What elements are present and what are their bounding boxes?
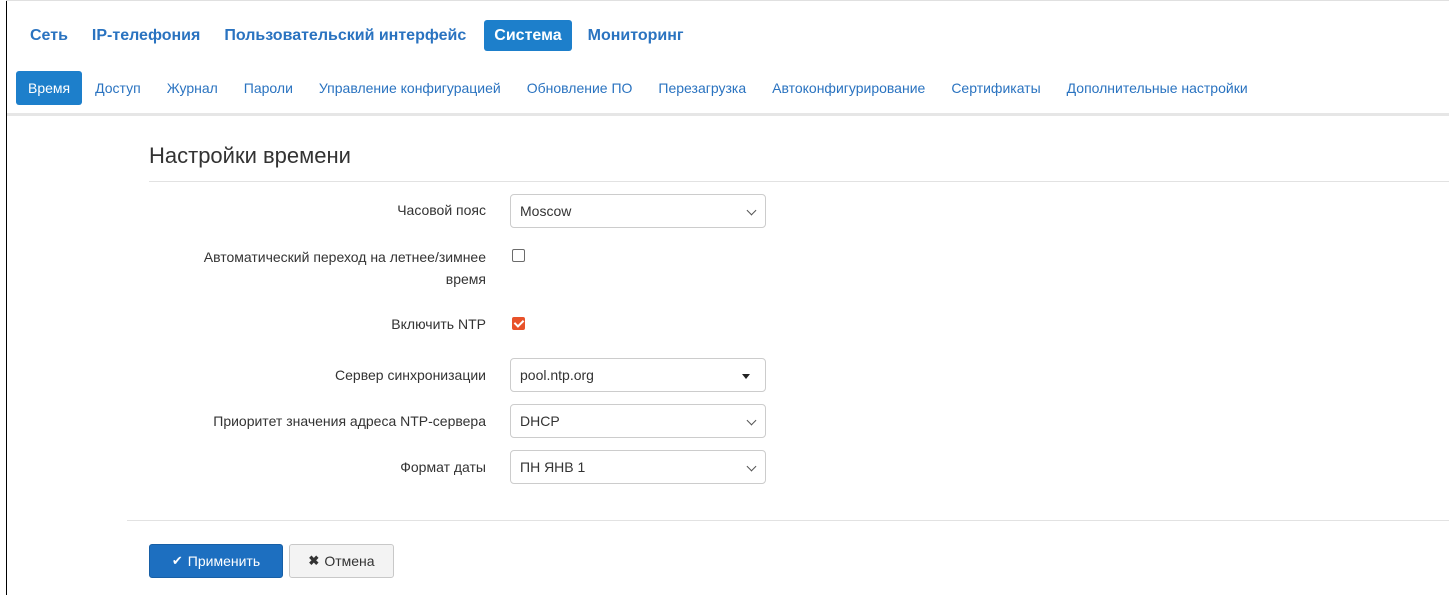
sub-tab-config-management[interactable]: Управление конфигурацией — [306, 71, 514, 105]
date-format-select[interactable]: ПН ЯНВ 1 — [510, 450, 766, 484]
timezone-value: Moscow — [520, 203, 572, 219]
chevron-down-icon — [746, 415, 757, 426]
top-navigation: Сеть IP-телефония Пользовательский интер… — [18, 20, 698, 51]
date-format-value: ПН ЯНВ 1 — [520, 459, 586, 475]
page-title: Настройки времени — [149, 143, 351, 168]
sub-tab-access[interactable]: Доступ — [82, 71, 154, 105]
sub-tab-log[interactable]: Журнал — [154, 71, 231, 105]
top-tab-system[interactable]: Система — [484, 20, 572, 51]
chevron-down-icon — [746, 205, 757, 216]
ntp-server-combobox[interactable]: pool.ntp.org — [510, 358, 766, 392]
subnav-divider — [7, 113, 1449, 116]
chevron-down-icon — [746, 461, 757, 472]
dst-label-line1: Автоматический переход на летнее/зимнее — [203, 249, 486, 265]
apply-button-label: Применить — [187, 553, 261, 569]
ntp-priority-select[interactable]: DHCP — [510, 404, 766, 438]
ntp-priority-value: DHCP — [520, 413, 560, 429]
sub-tab-autoconfig[interactable]: Автоконфигурирование — [759, 71, 938, 105]
sub-tab-advanced-settings[interactable]: Дополнительные настройки — [1054, 71, 1261, 105]
timezone-label: Часовой пояс — [397, 202, 486, 218]
sub-navigation: Время Доступ Журнал Пароли Управление ко… — [16, 71, 1261, 105]
cancel-button-label: Отмена — [324, 553, 375, 569]
ntp-priority-label: Приоритет значения адреса NTP-сервера — [213, 413, 486, 429]
frame-border-left — [6, 0, 7, 595]
timezone-select[interactable]: Moscow — [510, 194, 766, 228]
sub-tab-time[interactable]: Время — [16, 71, 83, 105]
dst-label: Автоматический переход на летнее/зимнее … — [204, 246, 486, 290]
cancel-button[interactable]: ✖ Отмена — [289, 544, 394, 578]
apply-button[interactable]: ✔ Применить — [149, 544, 283, 578]
caret-down-icon[interactable] — [742, 374, 750, 379]
sub-tab-passwords[interactable]: Пароли — [231, 71, 306, 105]
ntp-server-value: pool.ntp.org — [520, 367, 594, 383]
top-tab-network[interactable]: Сеть — [18, 20, 78, 51]
top-tab-monitoring[interactable]: Мониторинг — [578, 20, 694, 51]
sub-tab-reboot[interactable]: Перезагрузка — [645, 71, 759, 105]
sub-tab-certificates[interactable]: Сертификаты — [938, 71, 1053, 105]
form-footer-divider — [127, 520, 1449, 521]
ntp-server-label: Сервер синхронизации — [335, 367, 486, 383]
dst-checkbox[interactable] — [512, 249, 525, 262]
times-icon: ✖ — [308, 553, 320, 568]
frame-border-top — [6, 0, 1449, 1]
date-format-label: Формат даты — [400, 459, 486, 475]
ntp-label: Включить NTP — [391, 316, 486, 332]
dst-label-line2: время — [445, 271, 486, 287]
section-divider — [149, 181, 1449, 182]
top-tab-user-interface[interactable]: Пользовательский интерфейс — [214, 20, 476, 51]
check-icon: ✔ — [171, 553, 183, 568]
sub-tab-firmware-update[interactable]: Обновление ПО — [514, 71, 646, 105]
top-tab-ip-telephony[interactable]: IP-телефония — [82, 20, 210, 51]
ntp-checkbox[interactable] — [512, 317, 525, 330]
